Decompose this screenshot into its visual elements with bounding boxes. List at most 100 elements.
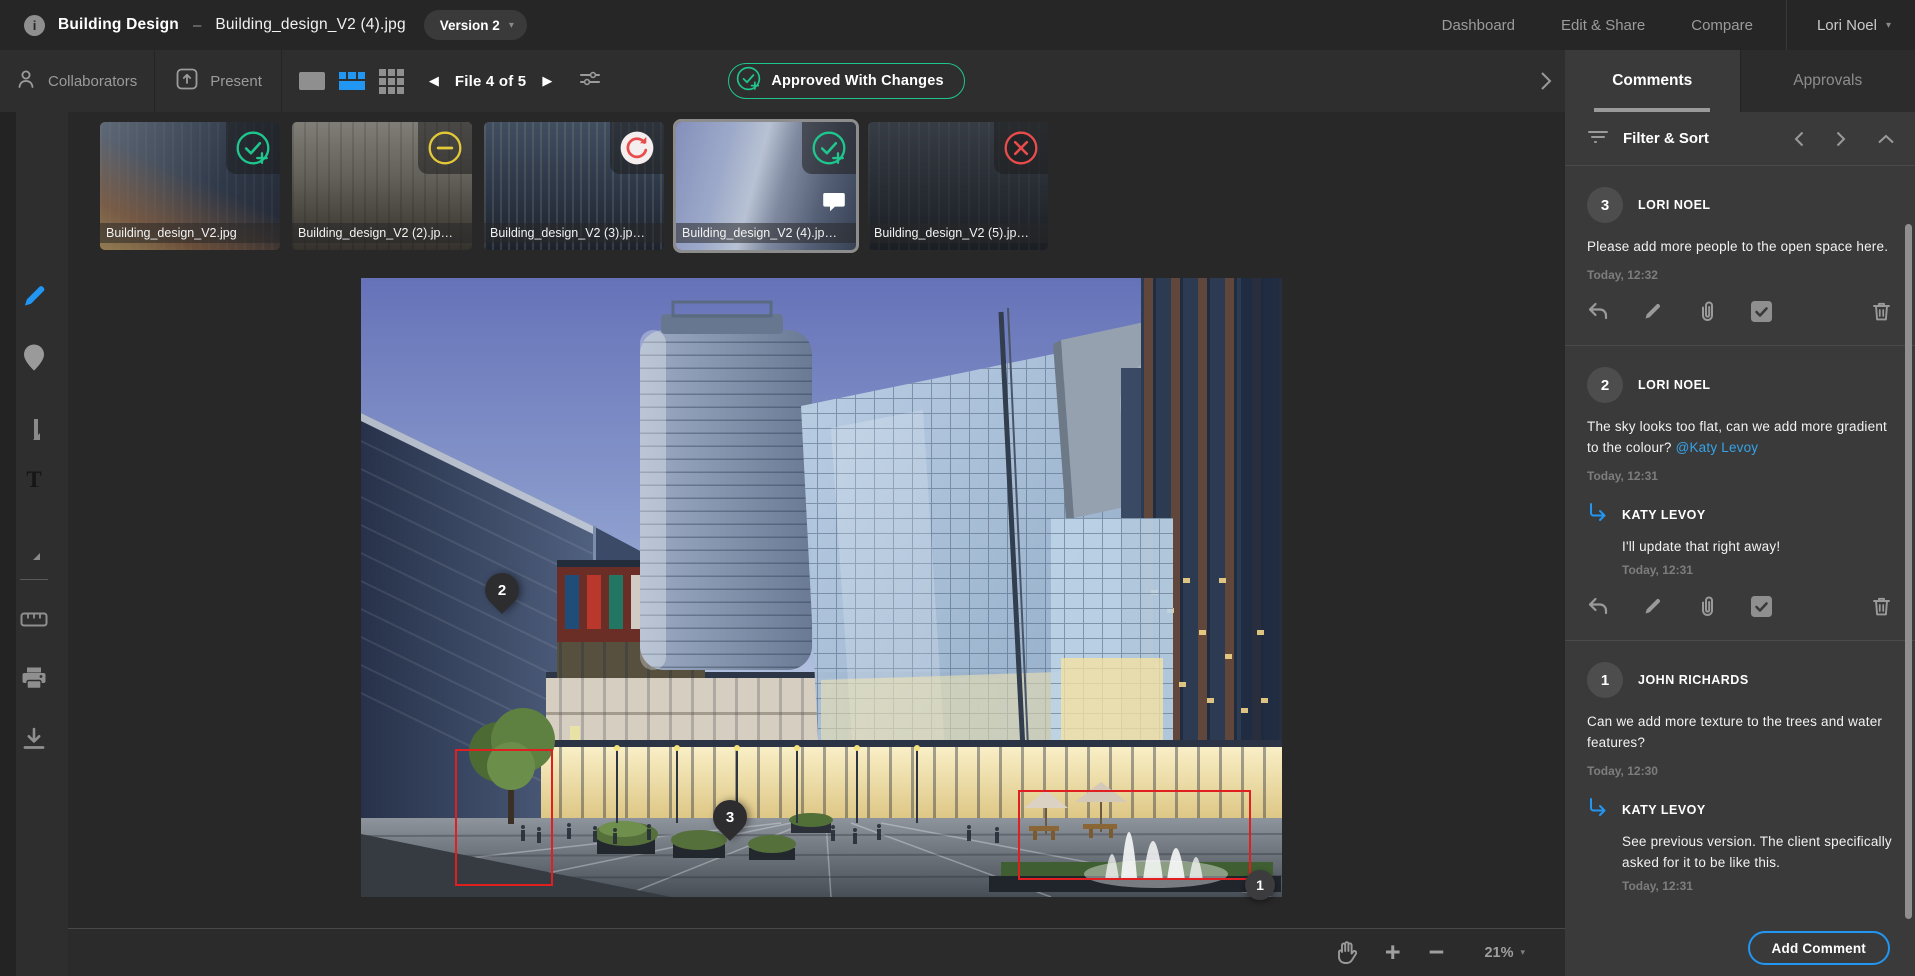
avatar: 3 [1587, 187, 1623, 223]
comment-timestamp: Today, 12:32 [1587, 268, 1895, 282]
info-icon[interactable]: i [24, 15, 45, 36]
design-render-image[interactable]: 2 3 1 [361, 278, 1282, 897]
thumbnail-file-2[interactable]: Building_design_V2 (2).jp… [292, 122, 472, 250]
comments-list: 3 LORI NOEL Please add more people to th… [1565, 166, 1915, 922]
thumbnail-filename: Building_design_V2.jpg [100, 223, 280, 243]
add-comment-button[interactable]: Add Comment [1748, 931, 1890, 965]
filter-lines-icon[interactable] [1587, 127, 1609, 150]
reply-body: I'll update that right away! [1622, 536, 1895, 557]
filter-sort-bar: Filter & Sort [1565, 112, 1915, 166]
comment-body: The sky looks too flat, can we add more … [1587, 416, 1895, 458]
version-dropdown[interactable]: Version 2 ▾ [424, 10, 527, 40]
comment-thread-1[interactable]: 1 JOHN RICHARDS Can we add more texture … [1565, 641, 1915, 916]
person-icon [15, 68, 37, 95]
chevron-up-icon[interactable] [1877, 133, 1895, 145]
attachment-paperclip-icon[interactable] [1697, 300, 1717, 322]
thumbnail-filename: Building_design_V2 (3).jp… [484, 223, 664, 243]
annotation-rectangle-right[interactable] [1018, 790, 1251, 880]
next-file-icon[interactable]: ▶ [536, 69, 558, 93]
tools-sidebar: T [0, 112, 68, 976]
reply-icon[interactable] [1587, 596, 1609, 616]
chevron-right-icon[interactable] [1539, 69, 1553, 98]
ruler-tool[interactable] [20, 611, 48, 634]
pin-tool[interactable] [22, 344, 46, 377]
resolve-checkbox-icon[interactable] [1751, 301, 1772, 322]
previous-file-icon[interactable]: ◀ [423, 69, 445, 93]
comment-author: LORI NOEL [1638, 378, 1711, 392]
status-badge-label: Approved With Changes [771, 73, 943, 89]
comment-marker-2[interactable]: 2 [478, 566, 526, 614]
nav-edit-share[interactable]: Edit & Share [1561, 17, 1645, 34]
edit-pencil-icon[interactable] [1643, 301, 1663, 321]
top-bar: i Building Design – Building_design_V2 (… [0, 0, 1915, 50]
text-tool[interactable]: T [26, 467, 41, 493]
sort-filter-icon[interactable] [578, 69, 602, 94]
thumbnail-file-3[interactable]: Building_design_V2 (3).jp… [484, 122, 664, 250]
zoom-level-dropdown[interactable]: 21% ▾ [1484, 945, 1525, 961]
zoom-level-value: 21% [1484, 945, 1513, 961]
avatar: 1 [1587, 662, 1623, 698]
single-view-icon[interactable] [299, 72, 325, 90]
print-button[interactable] [21, 667, 47, 696]
attachment-paperclip-icon[interactable] [1697, 595, 1717, 617]
comment-thread-2[interactable]: 2 LORI NOEL The sky looks too flat, can … [1565, 346, 1915, 641]
zoom-out-button[interactable]: − [1429, 937, 1445, 968]
reply-author: KATY LEVOY [1622, 508, 1706, 522]
pencil-tool[interactable] [21, 284, 47, 315]
edit-pencil-icon[interactable] [1643, 596, 1663, 616]
file-name: Building_design_V2 (4).jpg [215, 16, 405, 34]
zoom-in-button[interactable]: + [1385, 937, 1401, 968]
thumbnail-file-1[interactable]: Building_design_V2.jpg [100, 122, 280, 250]
comment-marker-3[interactable]: 3 [706, 793, 754, 841]
caret-down-icon: ▾ [509, 20, 514, 31]
comment-thread-3[interactable]: 3 LORI NOEL Please add more people to th… [1565, 166, 1915, 346]
present-button[interactable]: Present [155, 50, 281, 112]
download-button[interactable] [22, 727, 46, 756]
zoom-toolbar: + − 21% ▾ [68, 928, 1565, 976]
present-icon [175, 67, 199, 96]
delete-trash-icon[interactable] [1872, 596, 1891, 617]
mention-link[interactable]: @Katy Levoy [1676, 440, 1759, 455]
thumbnail-file-5[interactable]: Building_design_V2 (5).jp… [868, 122, 1048, 250]
delete-trash-icon[interactable] [1872, 301, 1891, 322]
nav-compare[interactable]: Compare [1691, 17, 1753, 34]
chevron-right-icon[interactable] [1835, 130, 1847, 148]
panel-tabs: Comments Approvals [1565, 50, 1915, 112]
comment-marker-1[interactable]: 1 [1245, 870, 1275, 900]
rectangle-tool[interactable] [34, 421, 38, 438]
reply-arrow-icon [1587, 797, 1608, 822]
tab-comments[interactable]: Comments [1565, 50, 1740, 112]
top-nav: Dashboard Edit & Share Compare Lori Noel… [1419, 0, 1915, 50]
chevron-left-icon[interactable] [1793, 130, 1805, 148]
nav-divider [1786, 0, 1787, 50]
grid-view-icon[interactable] [379, 69, 404, 94]
canvas-area: Building_design_V2.jpg Building_design_V… [68, 112, 1565, 928]
needs-changes-icon [618, 129, 656, 167]
comment-actions [1587, 595, 1895, 617]
check-plus-circle-icon [735, 65, 762, 97]
comment-reply: KATY LEVOY I'll update that right away! … [1587, 502, 1895, 577]
comment-actions [1587, 300, 1895, 322]
project-title: Building Design [58, 16, 179, 34]
tab-approvals[interactable]: Approvals [1740, 50, 1915, 112]
version-label: Version 2 [440, 18, 500, 33]
reply-timestamp: Today, 12:31 [1622, 879, 1895, 893]
pan-hand-icon[interactable] [1335, 941, 1357, 965]
approval-status-badge[interactable]: Approved With Changes [728, 63, 964, 99]
nav-dashboard[interactable]: Dashboard [1442, 17, 1515, 34]
present-label: Present [210, 73, 262, 90]
filter-sort-label: Filter & Sort [1623, 130, 1709, 147]
panel-scrollbar[interactable] [1905, 224, 1912, 919]
app-window: i Building Design – Building_design_V2 (… [0, 0, 1915, 976]
panel-footer: Add Comment [1565, 922, 1915, 976]
reply-icon[interactable] [1587, 301, 1609, 321]
collaborators-button[interactable]: Collaborators [0, 50, 154, 112]
resolve-checkbox-icon[interactable] [1751, 596, 1772, 617]
user-menu[interactable]: Lori Noel ▾ [1817, 17, 1891, 34]
annotation-rectangle-left[interactable] [455, 749, 553, 886]
filmstrip-view-icon[interactable] [339, 72, 365, 90]
view-toggles [299, 69, 404, 94]
thumbnail-file-4-selected[interactable]: Building_design_V2 (4).jp… [676, 122, 856, 250]
file-toolbar: Collaborators Present ◀ File 4 of 5 ▶ [0, 50, 1565, 112]
reply-body: See previous version. The client specifi… [1622, 831, 1895, 873]
